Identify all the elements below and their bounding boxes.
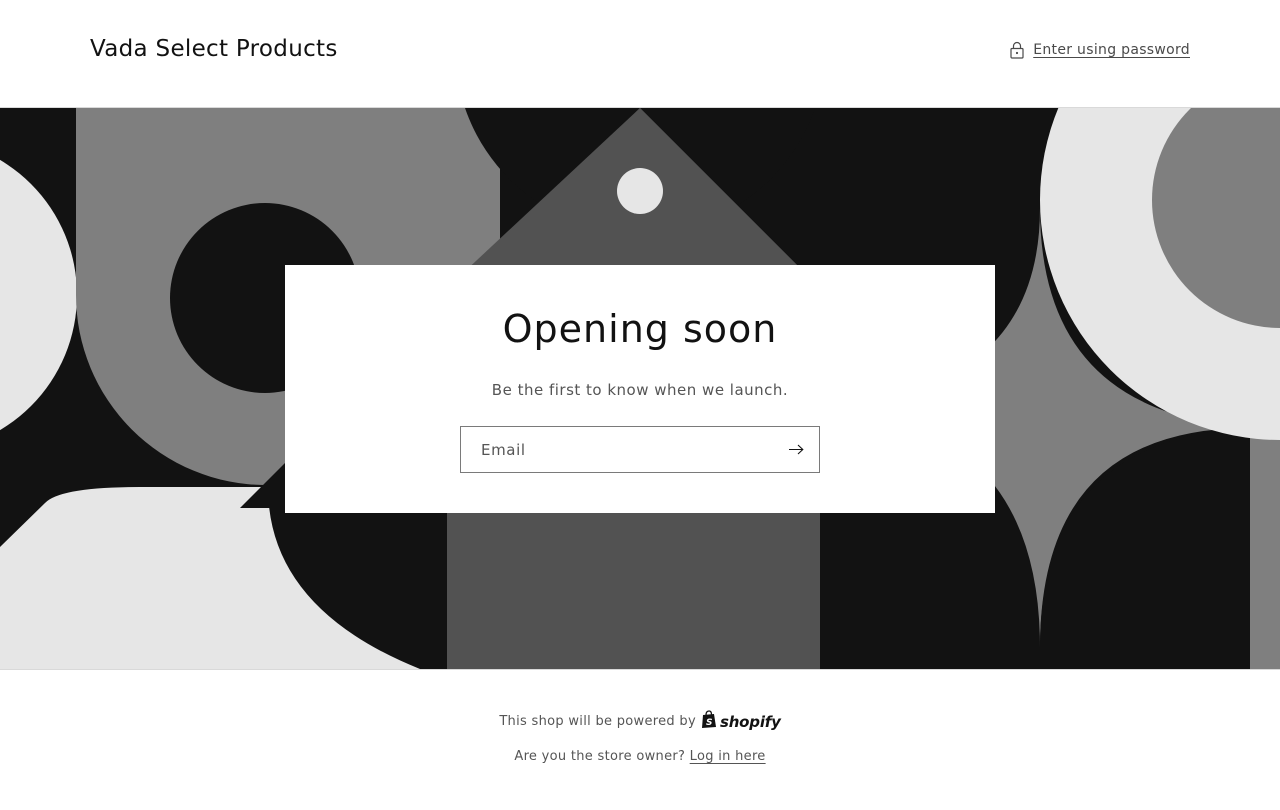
- subscribe-button[interactable]: [773, 427, 819, 472]
- page-title: Opening soon: [502, 307, 778, 351]
- email-input[interactable]: [461, 427, 771, 472]
- owner-question: Are you the store owner?: [514, 749, 686, 764]
- arrow-right-icon: [788, 440, 804, 459]
- lock-icon: [1010, 41, 1024, 59]
- shop-name[interactable]: Vada Select Products: [90, 36, 338, 62]
- enter-password-label: Enter using password: [1033, 42, 1190, 58]
- shopify-link[interactable]: S shopify: [701, 710, 781, 733]
- svg-text:S: S: [706, 718, 712, 728]
- login-link[interactable]: Log in here: [690, 749, 766, 764]
- powered-by-text: This shop will be powered by: [499, 714, 696, 729]
- powered-by: This shop will be powered by S shopify: [0, 710, 1280, 733]
- enter-password-link[interactable]: Enter using password: [1010, 41, 1190, 59]
- newsletter-card: Opening soon Be the first to know when w…: [285, 265, 995, 513]
- shopify-bag-icon: S: [701, 710, 717, 733]
- store-owner-line: Are you the store owner? Log in here: [0, 749, 1280, 764]
- site-header: Vada Select Products Enter using passwor…: [0, 0, 1280, 108]
- shopify-wordmark: shopify: [719, 712, 781, 731]
- email-form: [460, 426, 820, 473]
- site-footer: This shop will be powered by S shopify A…: [0, 669, 1280, 810]
- page-subtitle: Be the first to know when we launch.: [491, 381, 789, 399]
